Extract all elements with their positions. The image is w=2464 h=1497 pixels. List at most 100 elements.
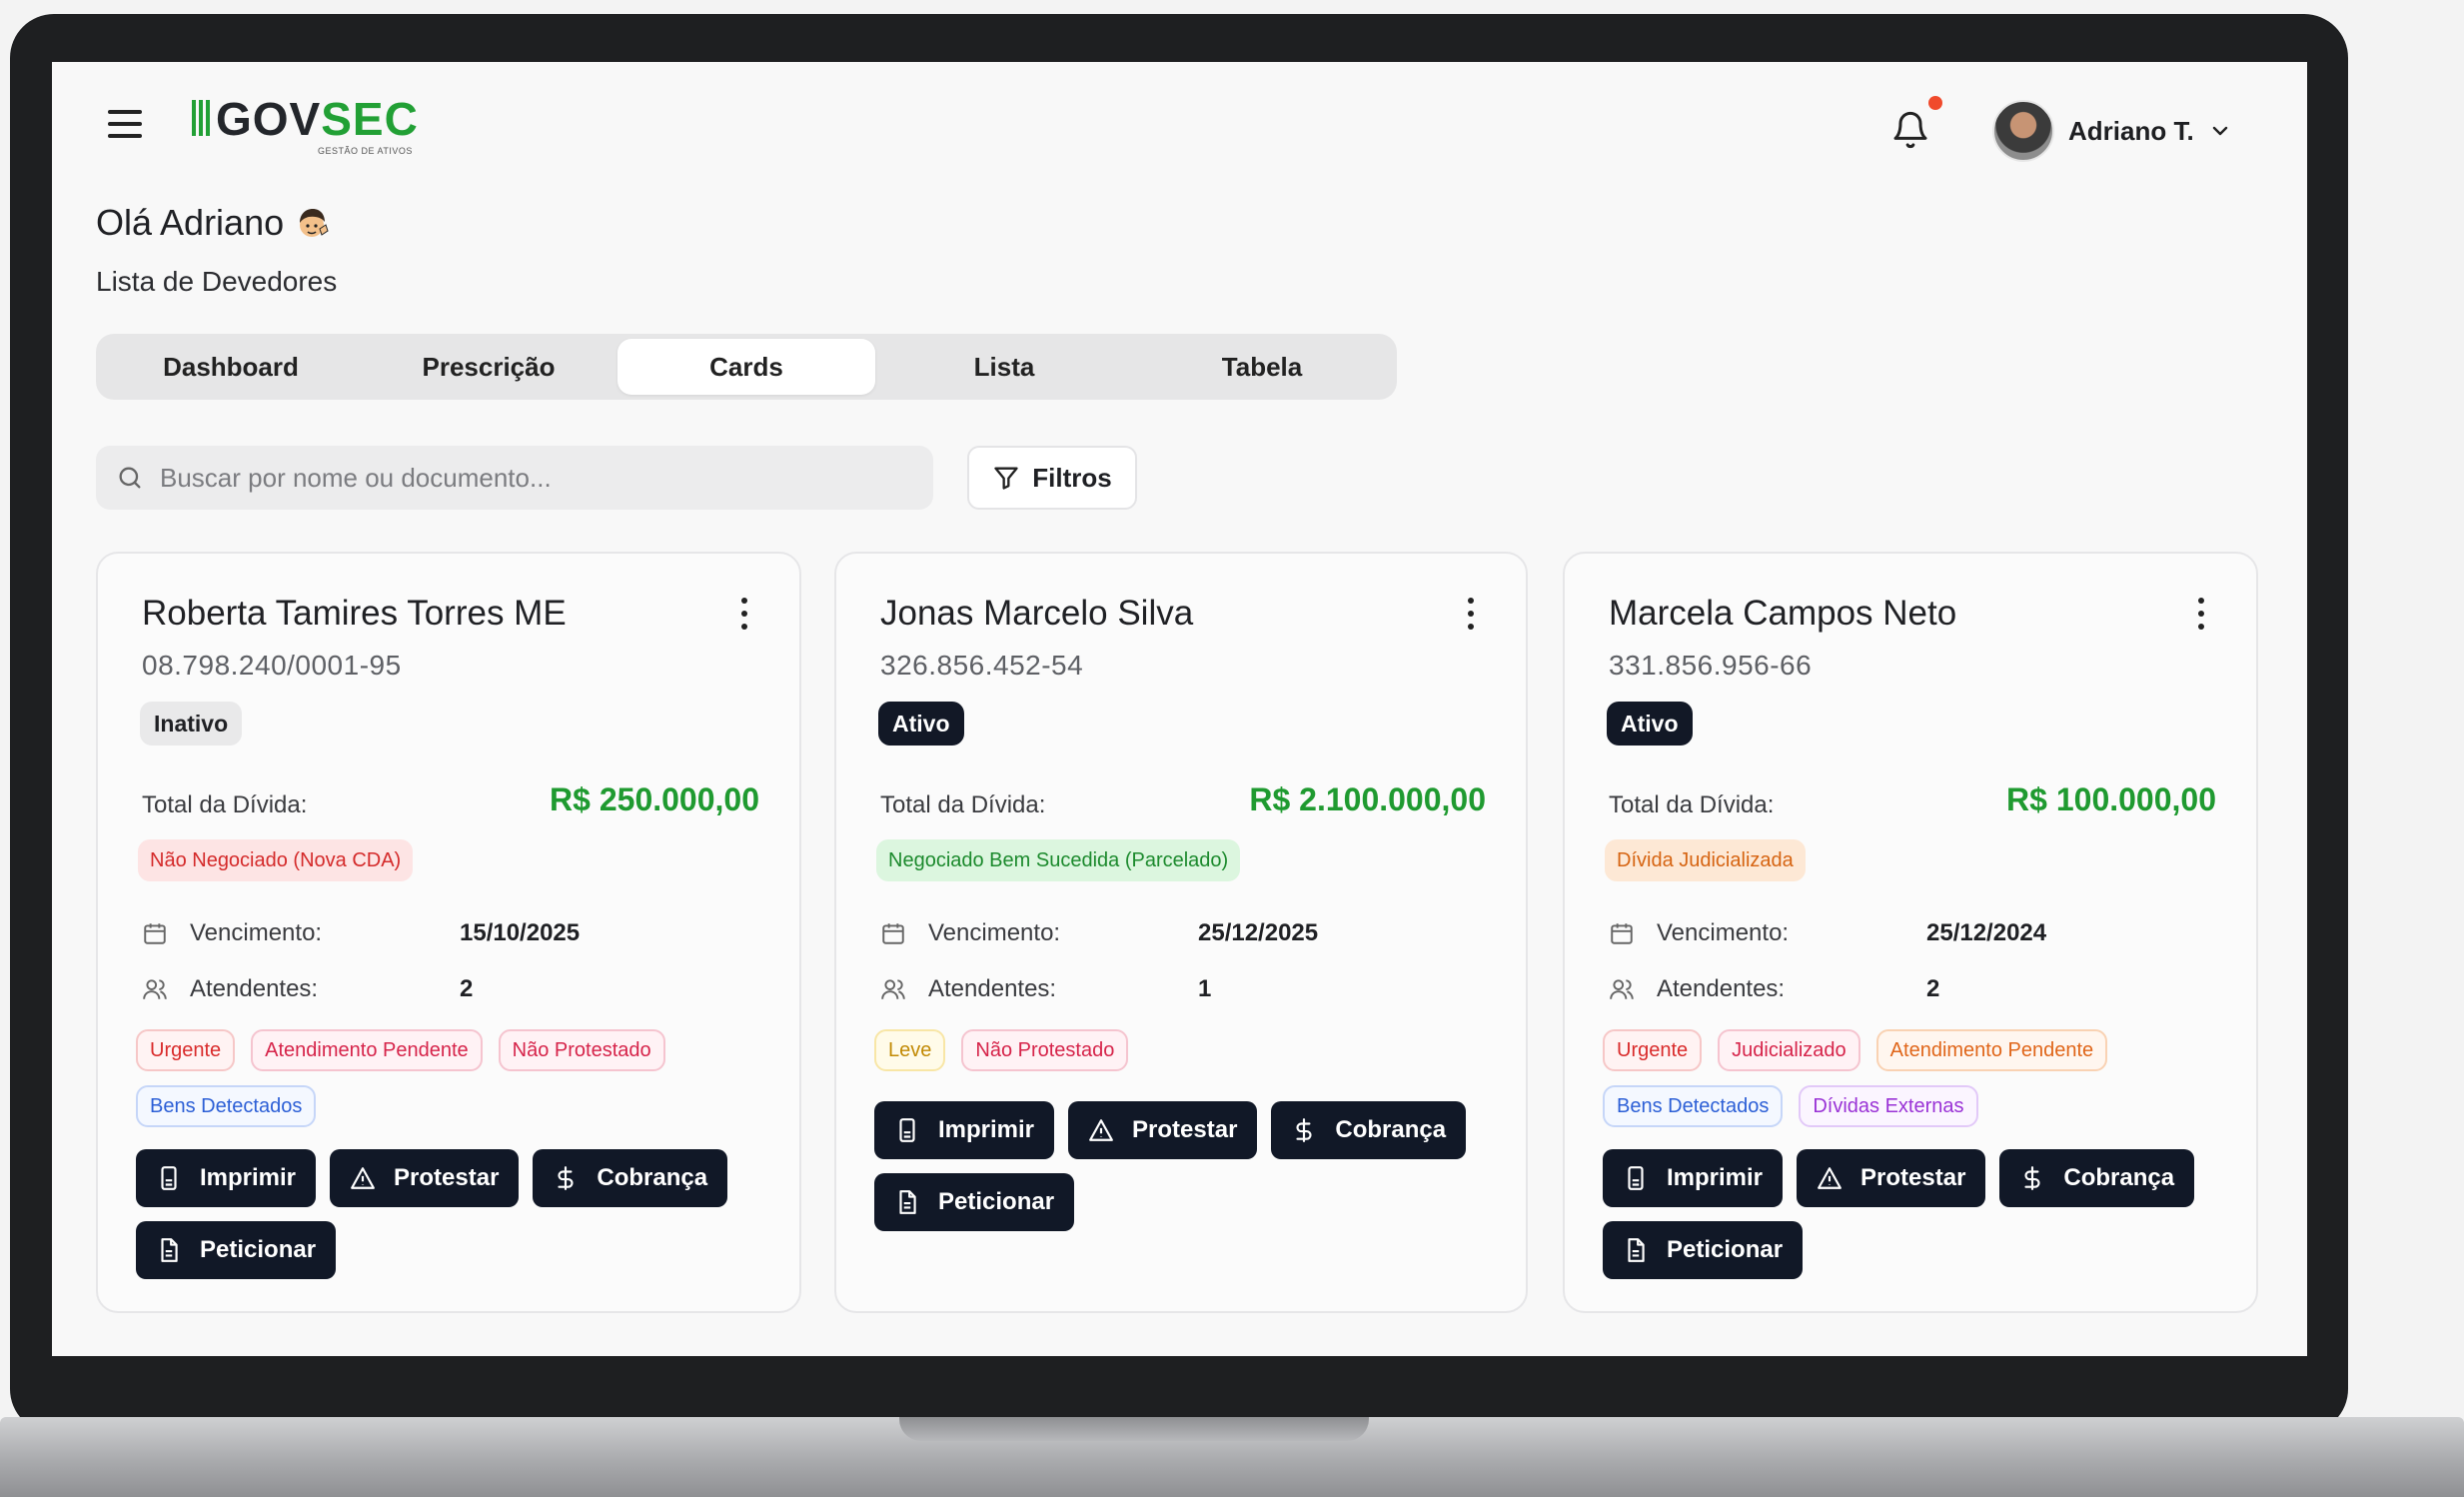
person-emoji-icon xyxy=(300,209,329,237)
vencimento-row: Vencimento: 25/12/2025 xyxy=(880,915,1318,951)
tag: Atendimento Pendente xyxy=(251,1029,483,1071)
avatar xyxy=(1992,100,2054,162)
negotiation-badge: Dívida Judicializada xyxy=(1605,839,1806,881)
laptop-notch xyxy=(899,1417,1369,1441)
user-name: Adriano T. xyxy=(2068,115,2194,146)
tag: Dívidas Externas xyxy=(1799,1085,1978,1127)
tag: Leve xyxy=(874,1029,946,1071)
view-tabs: Dashboard Prescrição Cards Lista Tabela xyxy=(96,334,1397,400)
tag: Judicializado xyxy=(1718,1029,1860,1071)
search-input[interactable] xyxy=(160,462,919,494)
peticionar-button[interactable]: Peticionar xyxy=(874,1173,1075,1231)
document-icon xyxy=(161,1238,178,1262)
peticionar-button[interactable]: Peticionar xyxy=(1603,1221,1804,1279)
document-icon xyxy=(899,1190,916,1214)
cobranca-label: Cobrança xyxy=(597,1164,708,1191)
tab-dashboard[interactable]: Dashboard xyxy=(102,339,360,395)
search-icon xyxy=(119,467,141,489)
protestar-button[interactable]: Protestar xyxy=(1068,1101,1258,1159)
logo-tagline: GESTÃO DE ATIVOS xyxy=(318,146,413,156)
total-value: R$ 100.000,00 xyxy=(2006,781,2216,817)
filters-button[interactable]: Filtros xyxy=(967,446,1137,510)
debtor-card: Marcela Campos Neto 331.856.956-66 Ativo… xyxy=(1563,552,2258,1313)
calendar-icon xyxy=(144,923,166,944)
dollar-icon xyxy=(558,1166,574,1190)
chevron-down-icon xyxy=(2212,126,2227,136)
tab-cards[interactable]: Cards xyxy=(617,339,875,395)
warning-icon xyxy=(351,1167,375,1189)
status-badge: Inativo xyxy=(140,702,243,746)
user-menu[interactable]: Adriano T. xyxy=(1992,100,2232,162)
imprimir-button[interactable]: Imprimir xyxy=(1603,1149,1784,1207)
peticionar-label: Peticionar xyxy=(200,1236,317,1263)
dollar-icon xyxy=(1296,1118,1312,1142)
protestar-button[interactable]: Protestar xyxy=(330,1149,520,1207)
dollar-icon xyxy=(2024,1166,2040,1190)
govsec-logo: GOVSEC GESTÃO DE ATIVOS xyxy=(192,96,419,156)
greeting-text: Olá Adriano xyxy=(96,202,285,243)
app-screen: GOVSEC GESTÃO DE ATIVOS Adriano T. Olá A… xyxy=(52,62,2307,1356)
imprimir-button[interactable]: Imprimir xyxy=(874,1101,1055,1159)
debtor-document: 08.798.240/0001-95 xyxy=(142,650,402,681)
users-icon xyxy=(1610,979,1634,999)
atendentes-row: Atendentes: 1 xyxy=(880,971,1211,1007)
tab-tabela[interactable]: Tabela xyxy=(1133,339,1391,395)
peticionar-label: Peticionar xyxy=(1667,1236,1784,1263)
tab-lista[interactable]: Lista xyxy=(875,339,1133,395)
debtor-card: Jonas Marcelo Silva 326.856.452-54 Ativo… xyxy=(834,552,1528,1313)
total-label: Total da Dívida: xyxy=(880,791,1046,818)
atendentes-value: 2 xyxy=(1926,975,1940,1002)
tag: Urgente xyxy=(1603,1029,1703,1071)
debtor-name: Marcela Campos Neto xyxy=(1609,594,1957,633)
tab-prescricao[interactable]: Prescrição xyxy=(360,339,617,395)
total-label: Total da Dívida: xyxy=(1609,791,1775,818)
tag: Atendimento Pendente xyxy=(1875,1029,2108,1071)
menu-icon[interactable] xyxy=(108,110,142,138)
debtor-document: 331.856.956-66 xyxy=(1609,650,1813,681)
tag: Não Protestado xyxy=(498,1029,665,1071)
imprimir-label: Imprimir xyxy=(1667,1164,1764,1191)
vencimento-label: Vencimento: xyxy=(928,919,1061,946)
greeting: Olá Adriano xyxy=(96,202,330,244)
imprimir-button[interactable]: Imprimir xyxy=(136,1149,317,1207)
protestar-button[interactable]: Protestar xyxy=(1797,1149,1986,1207)
vencimento-row: Vencimento: 15/10/2025 xyxy=(142,915,580,951)
cobranca-button[interactable]: Cobrança xyxy=(1271,1101,1467,1159)
cobranca-button[interactable]: Cobrança xyxy=(533,1149,728,1207)
notification-dot xyxy=(1928,96,1942,110)
peticionar-button[interactable]: Peticionar xyxy=(136,1221,337,1279)
more-options-icon[interactable] xyxy=(2196,598,2206,630)
logo-bars-icon xyxy=(192,100,210,136)
calendar-icon xyxy=(882,923,904,944)
debtor-name: Roberta Tamires Torres ME xyxy=(142,594,567,633)
vencimento-row: Vencimento: 25/12/2024 xyxy=(1609,915,2046,951)
protestar-label: Protestar xyxy=(1860,1164,1966,1191)
debtor-name: Jonas Marcelo Silva xyxy=(880,594,1194,633)
tag: Urgente xyxy=(136,1029,236,1071)
vencimento-label: Vencimento: xyxy=(1657,919,1790,946)
tag-list: Urgente Atendimento Pendente Não Protest… xyxy=(136,1029,775,1127)
warning-icon xyxy=(1089,1119,1113,1141)
search-box xyxy=(96,446,933,510)
action-buttons: Imprimir Protestar Cobrança Peticionar xyxy=(1603,1149,2262,1279)
cobranca-button[interactable]: Cobrança xyxy=(1999,1149,2195,1207)
imprimir-label: Imprimir xyxy=(200,1164,297,1191)
tag-list: Urgente Judicializado Atendimento Penden… xyxy=(1603,1029,2242,1127)
cobranca-label: Cobrança xyxy=(1335,1116,1447,1143)
atendentes-value: 2 xyxy=(460,975,474,1002)
more-options-icon[interactable] xyxy=(1466,598,1476,630)
total-value: R$ 2.100.000,00 xyxy=(1249,781,1486,817)
users-icon xyxy=(881,979,905,999)
tag-list: Leve Não Protestado xyxy=(874,1029,1514,1071)
document-icon xyxy=(1628,1238,1645,1262)
cobranca-label: Cobrança xyxy=(2063,1164,2175,1191)
atendentes-label: Atendentes: xyxy=(928,975,1057,1002)
tag: Bens Detectados xyxy=(136,1085,317,1127)
atendentes-value: 1 xyxy=(1198,975,1212,1002)
warning-icon xyxy=(1818,1167,1842,1189)
notification-bell-icon[interactable] xyxy=(1890,110,1930,150)
printer-icon xyxy=(161,1166,177,1190)
imprimir-label: Imprimir xyxy=(938,1116,1035,1143)
more-options-icon[interactable] xyxy=(739,598,749,630)
tag: Não Protestado xyxy=(961,1029,1129,1071)
